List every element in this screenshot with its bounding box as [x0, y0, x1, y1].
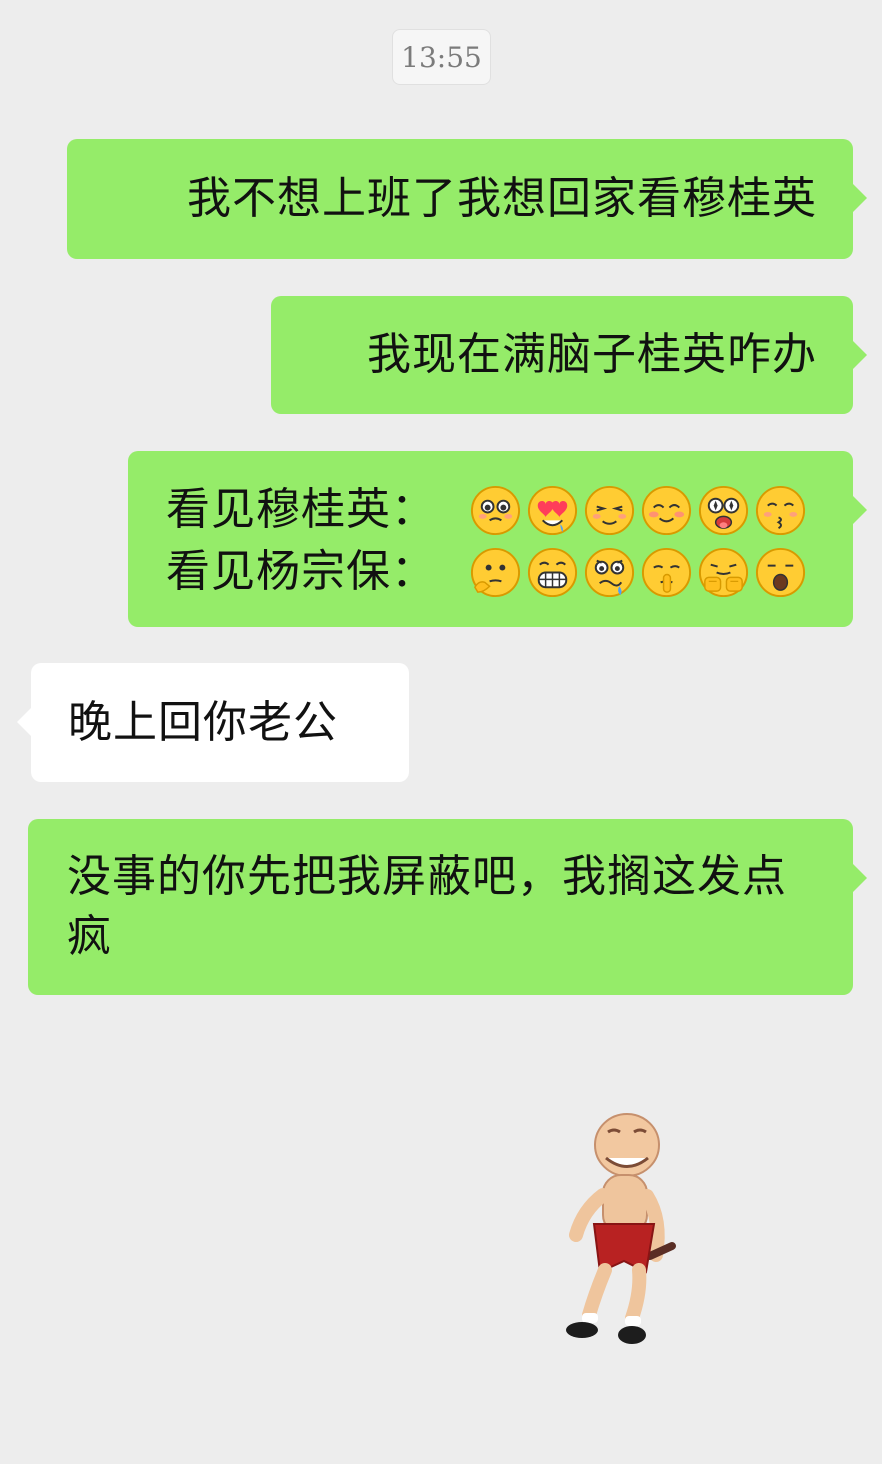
blushing-face-icon	[639, 483, 694, 538]
emoji-row-label: 看见杨宗保：	[166, 546, 436, 597]
message-bubble-outgoing[interactable]: 没事的你先把我屏蔽吧，我搁这发点疯	[28, 819, 867, 995]
timestamp: 13:55	[392, 29, 491, 85]
message-text: 没事的你先把我屏蔽吧，我搁这发点疯	[67, 851, 787, 962]
chat-screen: 13:55 我不想上班了我想回家看穆桂英 我现在满脑子桂英咋办 看见穆桂英： 看…	[0, 0, 882, 1464]
kissing-face-icon	[753, 483, 808, 538]
grinning-face-icon	[525, 545, 580, 600]
star-eyes-icon	[696, 483, 751, 538]
shh-face-icon	[639, 545, 694, 600]
crying-face-icon	[582, 545, 637, 600]
dancing-man-sticker[interactable]	[540, 1110, 700, 1370]
emoji-set	[468, 545, 808, 600]
pleading-face-icon	[468, 483, 523, 538]
thinking-face-icon	[468, 545, 523, 600]
emoji-set	[468, 483, 808, 538]
message-bubble-outgoing[interactable]: 我现在满脑子桂英咋办	[271, 296, 867, 414]
fist-face-icon	[696, 545, 751, 600]
emoji-row: 看见穆桂英：	[166, 479, 817, 541]
emoji-row-label: 看见穆桂英：	[166, 484, 436, 535]
emoji-row: 看见杨宗保：	[166, 541, 817, 603]
smirk-face-icon	[582, 483, 637, 538]
message-bubble-incoming[interactable]: 晚上回你老公	[17, 663, 409, 782]
message-bubble-outgoing[interactable]: 看见穆桂英： 看见杨宗保：	[128, 451, 867, 627]
message-text: 我不想上班了我想回家看穆桂英	[187, 173, 817, 224]
yawning-face-icon	[753, 545, 808, 600]
heart-eyes-icon	[525, 483, 580, 538]
message-text: 我现在满脑子桂英咋办	[367, 329, 817, 380]
message-bubble-outgoing[interactable]: 我不想上班了我想回家看穆桂英	[67, 139, 867, 259]
message-text: 晚上回你老公	[68, 697, 338, 748]
